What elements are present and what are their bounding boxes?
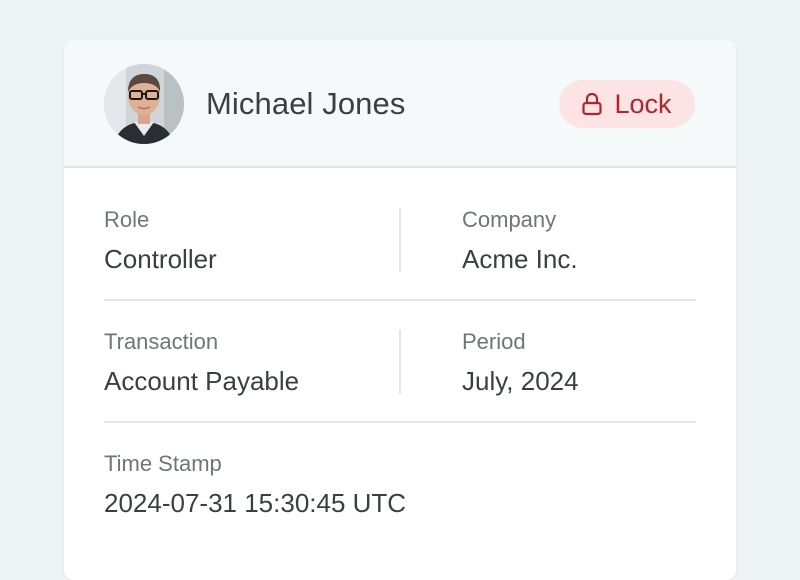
period-value: July, 2024: [462, 366, 579, 396]
user-avatar-icon: [104, 64, 184, 144]
user-name: Michael Jones: [206, 86, 406, 121]
company-value: Acme Inc.: [462, 244, 578, 274]
lock-button[interactable]: Lock: [559, 80, 695, 128]
role-label: Role: [104, 207, 150, 232]
transaction-value: Account Payable: [104, 366, 300, 396]
lock-icon: [582, 92, 603, 116]
transaction-label: Transaction: [104, 329, 219, 354]
row-divider: [104, 421, 696, 423]
timestamp-value: 2024-07-31 15:30:45 UTC: [104, 488, 407, 518]
company-label: Company: [462, 207, 557, 232]
period-field: Period July, 2024: [462, 329, 579, 397]
avatar: [104, 64, 184, 144]
role-field: Role Controller: [104, 207, 217, 275]
role-value: Controller: [104, 244, 217, 274]
company-field: Company Acme Inc.: [462, 207, 578, 275]
row-divider: [104, 299, 696, 301]
timestamp-field: Time Stamp 2024-07-31 15:30:45 UTC: [104, 451, 406, 519]
lock-label: Lock: [614, 89, 672, 119]
approval-details-card: Michael Jones Lock Role Controller Compa…: [64, 40, 736, 580]
period-label: Period: [462, 329, 526, 354]
column-divider: [399, 330, 401, 394]
card-header: Michael Jones Lock: [64, 40, 736, 168]
transaction-field: Transaction Account Payable: [104, 329, 299, 397]
column-divider: [399, 208, 401, 272]
timestamp-label: Time Stamp: [104, 451, 222, 476]
